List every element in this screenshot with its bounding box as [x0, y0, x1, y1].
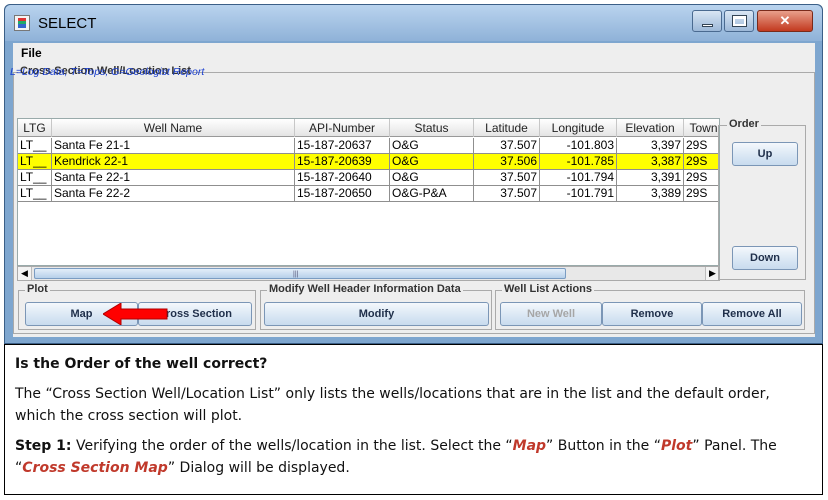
menu-file[interactable]: File [17, 46, 46, 60]
remove-all-button[interactable]: Remove All [702, 302, 802, 326]
col-header-status[interactable]: Status [390, 119, 474, 137]
col-header-api-number[interactable]: API-Number [295, 119, 390, 137]
order-panel-title: Order [727, 118, 761, 130]
cell-town: 29S [684, 186, 719, 202]
cell-town: 29S [684, 170, 719, 186]
scroll-left-icon[interactable]: ◀ [18, 267, 32, 280]
red-arrow-icon [103, 303, 168, 325]
table-header: LTG Well Name API-Number Status Latitude… [18, 119, 719, 137]
instruction-paragraph: The “Cross Section Well/Location List” o… [15, 386, 770, 424]
cell-status: O&G [390, 154, 474, 170]
well-list-actions-title: Well List Actions [502, 283, 595, 295]
app-icon [14, 15, 30, 31]
cell-longitude: -101.785 [540, 154, 617, 170]
instruction-question: Is the Order of the well correct? [15, 356, 268, 372]
cell-latitude: 37.507 [474, 186, 540, 202]
cell-latitude: 37.507 [474, 170, 540, 186]
well-table: LTG Well Name API-Number Status Latitude… [17, 118, 720, 266]
cell-status: O&G [390, 138, 474, 154]
step-highlight-plot: Plot [661, 438, 693, 454]
maximize-icon [732, 15, 747, 27]
new-well-button[interactable]: New Well [500, 302, 602, 326]
scroll-thumb[interactable]: ||| [34, 268, 566, 279]
cell-api: 15-187-20637 [295, 138, 390, 154]
title-bar[interactable]: SELECT ✕ [5, 5, 822, 41]
cell-elevation: 3,397 [617, 138, 684, 154]
step-highlight-dialog: Cross Section Map [22, 460, 168, 476]
step-text-2: ” Button in the “ [546, 438, 661, 454]
cell-well-name: Santa Fe 21-1 [52, 138, 295, 154]
remove-button[interactable]: Remove [602, 302, 702, 326]
modify-panel: Modify Well Header Information Data Modi… [260, 283, 492, 330]
ltg-legend-note: L=Log Data, T=Tops, G=Geologist Report [10, 66, 205, 78]
cell-elevation: 3,391 [617, 170, 684, 186]
cell-api: 15-187-20640 [295, 170, 390, 186]
cell-api: 15-187-20639 [295, 154, 390, 170]
modify-panel-title: Modify Well Header Information Data [267, 283, 463, 295]
close-icon: ✕ [779, 13, 791, 28]
step-text-4: ” Dialog will be displayed. [167, 460, 350, 476]
up-button[interactable]: Up [732, 142, 798, 166]
maximize-button[interactable] [724, 10, 754, 32]
col-header-latitude[interactable]: Latitude [474, 119, 540, 137]
step-label: Step 1: [15, 438, 72, 454]
cell-elevation: 3,387 [617, 154, 684, 170]
step-text-1: Verifying the order of the wells/locatio… [71, 438, 513, 454]
table-row[interactable]: LT__ Santa Fe 22-2 15-187-20650 O&G-P&A … [18, 186, 719, 202]
cell-ltg: LT__ [18, 186, 52, 202]
down-button[interactable]: Down [732, 246, 798, 270]
table-row-selected[interactable]: LT__ Kendrick 22-1 15-187-20639 O&G 37.5… [18, 154, 719, 170]
table-row[interactable]: LT__ Santa Fe 22-1 15-187-20640 O&G 37.5… [18, 170, 719, 186]
cell-status: O&G [390, 170, 474, 186]
table-row[interactable]: LT__ Santa Fe 21-1 15-187-20637 O&G 37.5… [18, 138, 719, 154]
well-list-actions-panel: Well List Actions New Well Remove Remove… [495, 283, 805, 330]
minimize-button[interactable] [692, 10, 722, 32]
col-header-elevation[interactable]: Elevation [617, 119, 684, 137]
cell-town: 29S [684, 154, 719, 170]
col-header-ltg[interactable]: LTG [18, 119, 52, 137]
order-panel: Order Up Down [718, 118, 806, 280]
cell-well-name: Santa Fe 22-1 [52, 170, 295, 186]
cell-api: 15-187-20650 [295, 186, 390, 202]
cell-ltg: LT__ [18, 154, 52, 170]
plot-panel-title: Plot [25, 283, 50, 295]
step-highlight-map: Map [512, 438, 547, 454]
cell-ltg: LT__ [18, 138, 52, 154]
col-header-longitude[interactable]: Longitude [540, 119, 617, 137]
instruction-step: Step 1: Verifying the order of the wells… [15, 435, 812, 479]
cell-elevation: 3,389 [617, 186, 684, 202]
menu-bar: File [13, 43, 815, 65]
cell-status: O&G-P&A [390, 186, 474, 202]
cell-ltg: LT__ [18, 170, 52, 186]
scroll-right-icon[interactable]: ▶ [705, 267, 719, 280]
window-title: SELECT [38, 15, 97, 32]
cell-well-name: Santa Fe 22-2 [52, 186, 295, 202]
cell-longitude: -101.803 [540, 138, 617, 154]
close-button[interactable]: ✕ [757, 10, 813, 32]
cell-town: 29S [684, 138, 719, 154]
cell-latitude: 37.507 [474, 138, 540, 154]
instruction-box: Is the Order of the well correct? The “C… [4, 344, 823, 495]
cell-latitude: 37.506 [474, 154, 540, 170]
cell-longitude: -101.791 [540, 186, 617, 202]
table-horizontal-scrollbar[interactable]: ◀ ||| ▶ [17, 266, 720, 281]
grip-icon: ||| [293, 271, 299, 278]
col-header-town[interactable]: Town [684, 119, 719, 137]
modify-button[interactable]: Modify [264, 302, 489, 326]
cell-longitude: -101.794 [540, 170, 617, 186]
minimize-icon [702, 24, 713, 27]
cell-well-name: Kendrick 22-1 [52, 154, 295, 170]
col-header-well-name[interactable]: Well Name [52, 119, 295, 137]
